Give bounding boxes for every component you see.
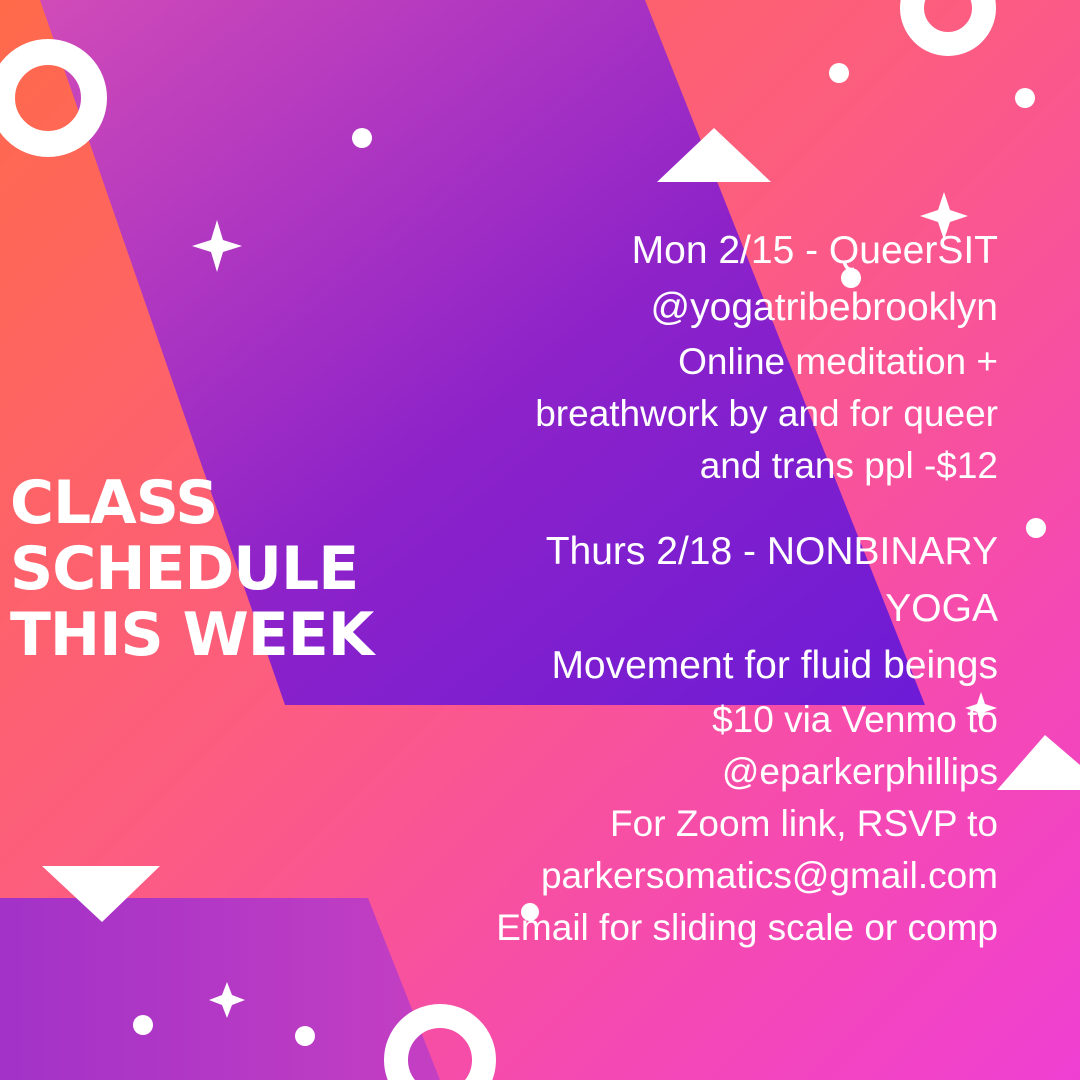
class-title: YOGA: [885, 587, 998, 630]
ring-bottom: [384, 1004, 496, 1080]
class-description: breathwork by and for queer: [535, 393, 998, 434]
sliding-scale-note: Email for sliding scale or comp: [496, 907, 998, 948]
dot: [1026, 518, 1046, 538]
class-tagline: Movement for fluid beings: [551, 644, 998, 687]
contact-email: parkersomatics@gmail.com: [540, 855, 998, 896]
triangle-up-right: [997, 735, 1080, 790]
dot: [295, 1026, 315, 1046]
dot: [1015, 88, 1035, 108]
schedule-poster: CLASS SCHEDULE THIS WEEK Mon 2/15 - Quee…: [0, 0, 1080, 1080]
class-description: and trans ppl -$12: [699, 445, 998, 486]
dot: [133, 1015, 153, 1035]
venmo-handle: @eparkerphillips: [721, 751, 998, 792]
class-schedule: Mon 2/15 - QueerSIT @yogatribebrooklyn O…: [318, 222, 998, 954]
class-title: Thurs 2/18 - NONBINARY: [545, 530, 998, 573]
class-title: Mon 2/15 - QueerSIT: [631, 229, 998, 272]
class-description: Online meditation +: [678, 341, 998, 382]
dot: [352, 128, 372, 148]
dot: [829, 63, 849, 83]
rsvp-text: For Zoom link, RSVP to: [610, 803, 998, 844]
class-host: @yogatribebrooklyn: [650, 286, 998, 329]
ring-top-right: [900, 0, 996, 56]
class-price: $10 via Venmo to: [712, 699, 998, 740]
